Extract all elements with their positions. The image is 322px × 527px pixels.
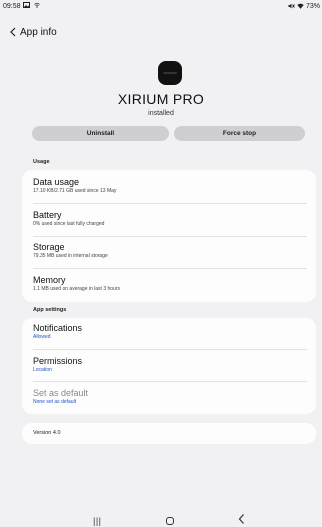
permissions-item[interactable]: Permissions Location bbox=[33, 356, 305, 374]
gallery-icon bbox=[23, 2, 30, 8]
notifications-item[interactable]: Notifications Allowed bbox=[33, 323, 305, 341]
usage-card: Data usage 17.10 KB/2.71 GB used since 1… bbox=[22, 170, 316, 302]
item-subtitle: 1.1 MB used on average in last 3 hours bbox=[33, 286, 120, 292]
item-title: Notifications bbox=[33, 323, 83, 333]
divider bbox=[33, 381, 307, 382]
nav-back-icon bbox=[238, 514, 244, 524]
item-title: Data usage bbox=[33, 177, 80, 187]
notification-icons bbox=[23, 2, 40, 9]
status-right: 73% bbox=[288, 3, 320, 10]
wifi-small-icon bbox=[34, 2, 40, 8]
memory-item[interactable]: Memory 1.1 MB used on average in last 3 … bbox=[33, 275, 305, 293]
home-button[interactable] bbox=[166, 517, 174, 525]
app-icon-mark bbox=[163, 72, 177, 74]
nav-back-button[interactable] bbox=[238, 513, 245, 527]
item-subtitle: None set as default bbox=[33, 399, 77, 405]
app-settings-section-header: App settings bbox=[33, 307, 67, 313]
app-icon bbox=[158, 61, 182, 85]
page-title: App info bbox=[20, 27, 57, 38]
item-subtitle: 0% used since last fully charged bbox=[33, 221, 105, 227]
force-stop-button[interactable]: Force stop bbox=[174, 126, 305, 141]
storage-item[interactable]: Storage 79.35 MB used in internal storag… bbox=[33, 242, 305, 260]
item-subtitle: Allowed bbox=[33, 334, 51, 340]
item-title: Set as default bbox=[33, 388, 89, 398]
version-card: Version 4.0 bbox=[22, 423, 316, 444]
battery-percent: 73% bbox=[305, 3, 320, 10]
divider bbox=[33, 268, 307, 269]
item-title: Memory bbox=[33, 275, 66, 285]
mute-icon bbox=[288, 3, 295, 9]
version-label: Version 4.0 bbox=[33, 430, 61, 436]
wifi-icon bbox=[297, 3, 304, 9]
item-subtitle: 79.35 MB used in internal storage bbox=[33, 253, 108, 259]
item-subtitle: Location bbox=[33, 367, 52, 373]
divider bbox=[33, 203, 307, 204]
item-title: Permissions bbox=[33, 356, 83, 366]
data-usage-item[interactable]: Data usage 17.10 KB/2.71 GB used since 1… bbox=[33, 177, 305, 195]
status-time: 09:58 bbox=[3, 3, 21, 10]
usage-section-header: Usage bbox=[33, 159, 50, 165]
divider bbox=[33, 349, 307, 350]
back-arrow-icon bbox=[10, 27, 16, 37]
item-subtitle: 17.10 KB/2.71 GB used since 13 May bbox=[33, 188, 117, 194]
item-title: Storage bbox=[33, 242, 65, 252]
divider bbox=[33, 236, 307, 237]
uninstall-button[interactable]: Uninstall bbox=[32, 126, 169, 141]
status-bar: 09:58 73% bbox=[0, 0, 322, 14]
app-install-status: installed bbox=[148, 110, 174, 117]
app-settings-card: Notifications Allowed Permissions Locati… bbox=[22, 318, 316, 414]
item-title: Battery bbox=[33, 210, 62, 220]
recents-button[interactable]: ||| bbox=[93, 516, 102, 526]
navigation-bar: ||| bbox=[0, 513, 322, 527]
app-bar: App info bbox=[0, 23, 322, 43]
app-name: XIRIUM PRO bbox=[117, 91, 205, 107]
battery-item[interactable]: Battery 0% used since last fully charged bbox=[33, 210, 305, 228]
set-as-default-item[interactable]: Set as default None set as default bbox=[33, 388, 305, 406]
